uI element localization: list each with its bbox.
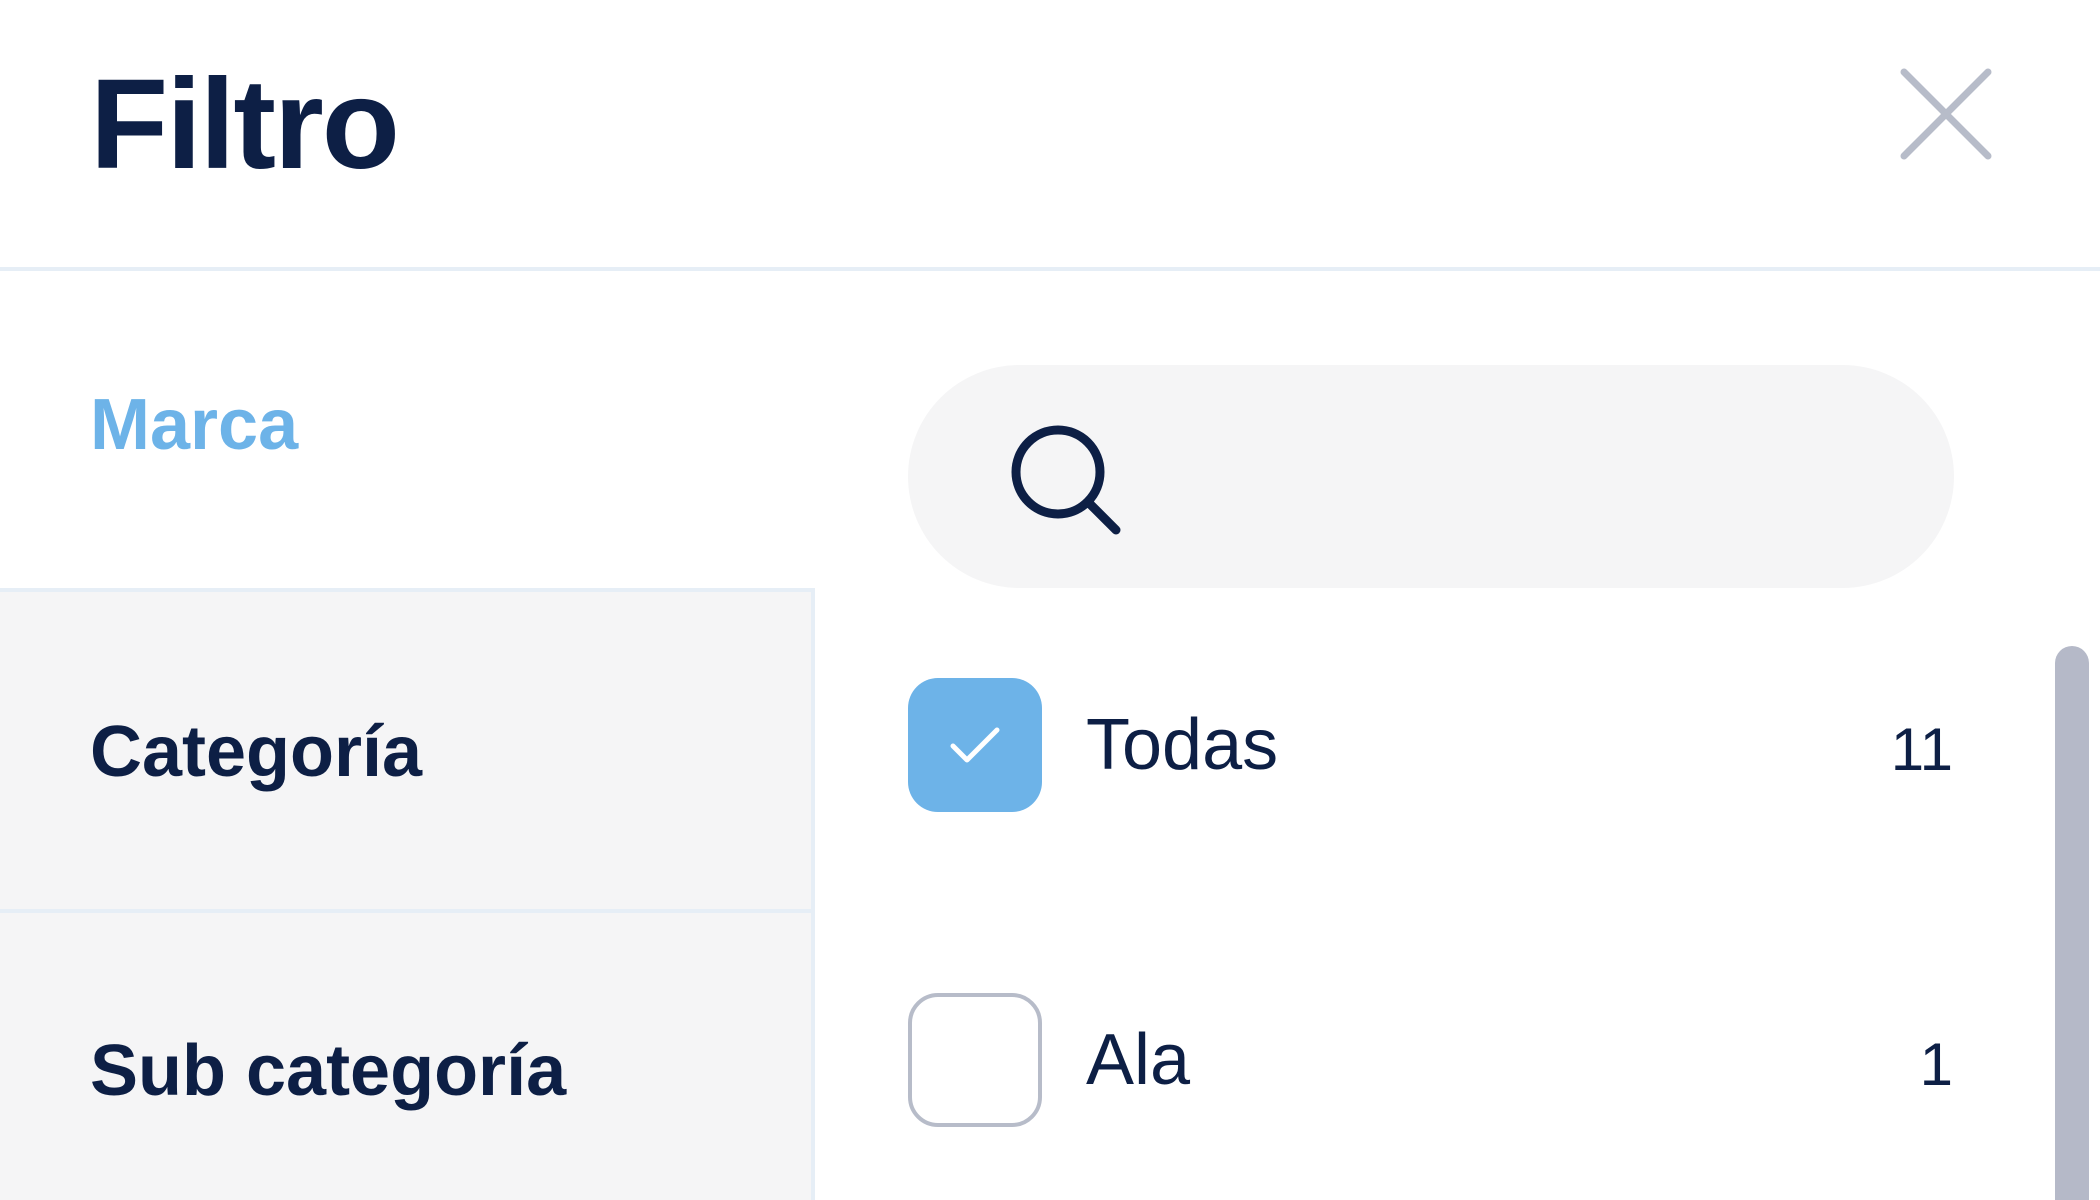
search-input[interactable] bbox=[1158, 405, 1902, 547]
checkbox-unchecked[interactable] bbox=[908, 993, 1042, 1127]
page-title: Filtro bbox=[90, 53, 400, 196]
close-icon bbox=[1900, 68, 1992, 160]
option-label: Todas bbox=[1086, 705, 1279, 785]
nav-item-sub-categoria[interactable]: Sub categoría bbox=[0, 909, 815, 1200]
search-icon bbox=[1011, 425, 1121, 535]
option-label: Ala bbox=[1086, 1020, 1191, 1100]
nav-item-marca[interactable]: Marca bbox=[0, 275, 815, 590]
nav-item-label: Marca bbox=[90, 385, 299, 465]
check-icon bbox=[950, 727, 1000, 763]
option-ala[interactable]: Ala 1 bbox=[908, 990, 1953, 1130]
checkbox-checked[interactable] bbox=[908, 678, 1042, 812]
nav-item-label: Sub categoría bbox=[90, 1031, 567, 1111]
nav-item-categoria[interactable]: Categoría bbox=[0, 588, 815, 913]
nav-item-label: Categoría bbox=[90, 712, 423, 792]
scrollbar[interactable] bbox=[2055, 646, 2089, 1200]
filter-panel: Filtro Marca Categoría Sub categoría Tod… bbox=[0, 0, 2100, 1200]
search-box[interactable] bbox=[908, 365, 1954, 588]
option-count: 11 bbox=[1890, 716, 1953, 783]
option-count: 1 bbox=[1919, 1031, 1953, 1098]
close-button[interactable] bbox=[1880, 60, 2010, 170]
option-todas[interactable]: Todas 11 bbox=[908, 675, 1953, 815]
header: Filtro bbox=[0, 0, 2100, 271]
